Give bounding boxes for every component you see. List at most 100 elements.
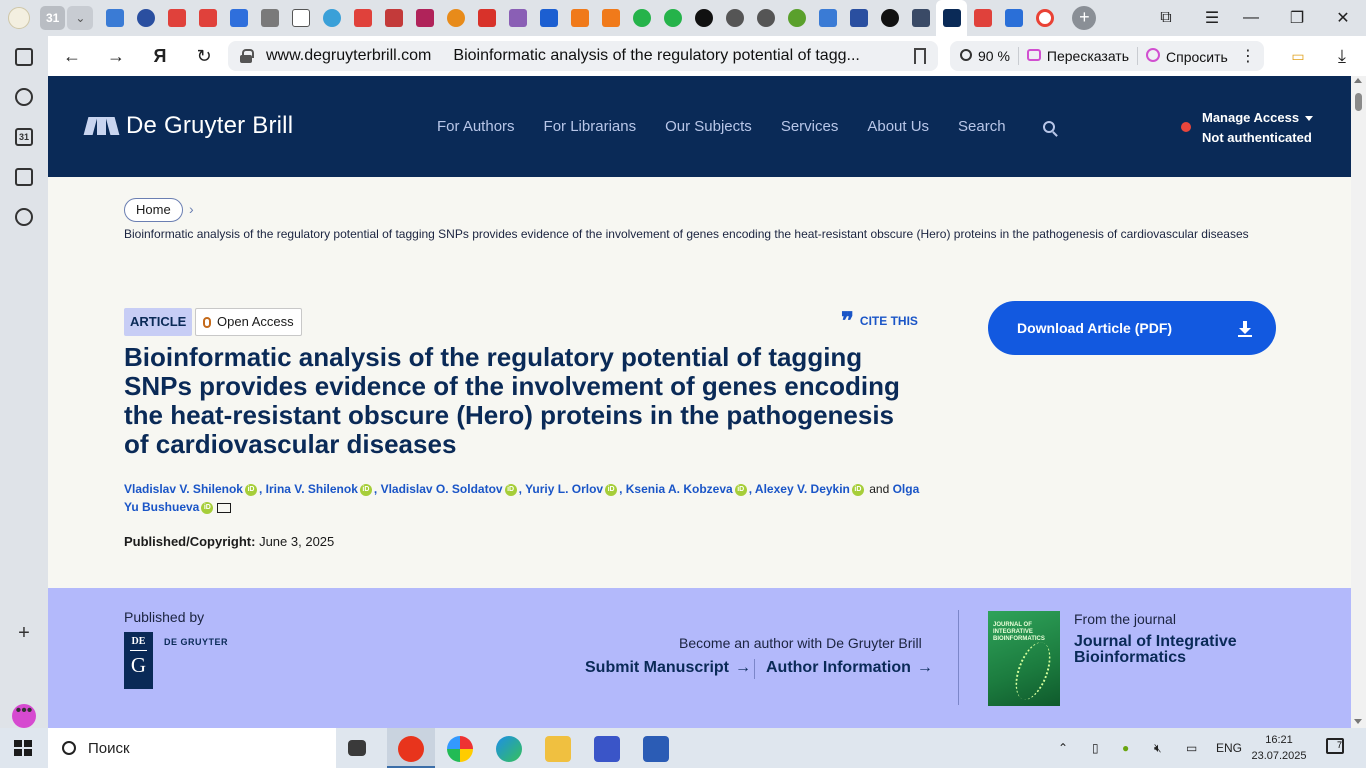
tab-favicon-16[interactable] [781,0,812,36]
chart-app-icon[interactable] [594,736,620,762]
tab-favicon-11[interactable] [564,0,595,36]
nav-about-us[interactable]: About Us [867,118,929,135]
orcid-icon[interactable]: iD [851,483,864,496]
tab-favicon-20[interactable] [998,0,1029,36]
language-indicator[interactable]: ENG [1216,728,1242,768]
show-hidden-icons-chevron-icon[interactable]: ⌃ [1058,728,1068,768]
tab-favicon-9[interactable] [502,0,533,36]
tab-favicon-13[interactable] [688,0,719,36]
more-vertical-icon[interactable]: ⋮ [1236,44,1260,68]
submit-manuscript-link[interactable]: Submit Manuscript → [585,659,751,677]
url-input[interactable]: www.degruyterbrill.com Bioinformatic ana… [228,41,938,71]
new-tab-plus-icon[interactable]: + [1072,6,1097,30]
yandex-browser-taskbar-icon[interactable] [398,736,424,762]
orcid-icon[interactable]: iD [244,483,257,496]
windows-start-icon[interactable] [14,740,32,756]
tab-favicon-19[interactable] [905,0,936,36]
orcid-icon[interactable]: iD [605,483,618,496]
yandex-y-icon[interactable]: Я [148,44,172,68]
tab-favicon-14[interactable] [719,0,750,36]
tab-document[interactable] [285,0,316,36]
notifications-icon[interactable]: 7 [1326,738,1344,754]
author-link[interactable]: Ksenia A. Kobzeva [626,482,733,496]
page-scrollbar[interactable] [1351,76,1366,728]
journal-name-link[interactable]: Journal of Integrative Bioinformatics [1074,634,1274,666]
breadcrumb-home[interactable]: Home [124,198,183,222]
journal-cover-image[interactable]: JOURNAL OF INTEGRATIVE BIOINFORMATICS [988,611,1060,706]
scroll-thumb[interactable] [1355,93,1362,111]
more-dots-icon[interactable]: ••• [13,700,35,722]
tab-whatsapp-1[interactable] [626,0,657,36]
tab-favicon-1[interactable] [99,0,130,36]
tab-favicon-10[interactable] [533,0,564,36]
ask-button[interactable]: Спросить [1146,47,1228,65]
author-link[interactable]: Vladislav O. Soldatov [381,482,503,496]
tab-favicon-18[interactable] [874,0,905,36]
restore-icon[interactable]: ❐ [1274,0,1320,36]
yandex-browser-logo[interactable] [0,0,38,36]
orcid-icon[interactable]: iD [359,483,372,496]
word-icon[interactable] [643,736,669,762]
tab-favicon-15[interactable] [750,0,781,36]
tab-mail[interactable] [223,0,254,36]
orcid-icon[interactable]: iD [504,483,517,496]
forward-arrow-icon[interactable]: → [104,44,128,68]
close-window-icon[interactable]: ✕ [1320,0,1366,36]
author-link[interactable]: Irina V. Shilenok [266,482,358,496]
reload-icon[interactable]: ↻ [192,44,216,68]
app-tray-icon[interactable]: ● [1122,728,1129,768]
file-explorer-icon[interactable] [545,736,571,762]
author-link[interactable]: Vladislav V. Shilenok [124,482,243,496]
battery-icon[interactable]: ▭ [1286,44,1310,68]
add-panel-plus-icon[interactable]: + [13,622,35,644]
orcid-icon[interactable]: iD [201,501,214,514]
nav-our-subjects[interactable]: Our Subjects [665,118,752,135]
edge-taskbar-icon[interactable] [496,736,522,762]
tab-favicon-12[interactable] [595,0,626,36]
tab-list-chevron-down-icon[interactable]: ⌄ [67,6,94,30]
nav-search[interactable]: Search [958,118,1084,135]
nav-for-authors[interactable]: For Authors [437,118,515,135]
tab-favicon-5[interactable] [378,0,409,36]
author-information-link[interactable]: Author Information → [766,659,933,677]
tab-google[interactable] [1029,0,1060,36]
calendar-icon[interactable]: 31 [13,126,35,148]
tab-favicon-2[interactable] [130,0,161,36]
tab-pdf-1[interactable] [161,0,192,36]
author-link[interactable]: Yuriy L. Orlov [525,482,603,496]
tab-favicon-3[interactable] [254,0,285,36]
history-icon[interactable] [13,206,35,228]
taskbar-search-input[interactable]: Поиск [48,728,336,768]
tab-favicon-8[interactable] [471,0,502,36]
site-logo[interactable]: De Gruyter Brill [83,112,293,140]
collections-icon[interactable] [13,46,35,68]
tab-pdf-3[interactable] [347,0,378,36]
tab-favicon-7[interactable] [440,0,471,36]
bookmark-icon[interactable] [914,48,926,64]
nav-services[interactable]: Services [781,118,839,135]
tabs-collection-icon[interactable]: ⧉ [1143,0,1189,36]
minimize-icon[interactable]: — [1228,0,1274,36]
clock[interactable]: 16:21 23.07.2025 [1250,732,1308,764]
nav-for-librarians[interactable]: For Librarians [544,118,637,135]
lock-icon[interactable] [240,49,254,63]
tab-favicon-17[interactable] [843,0,874,36]
scroll-up-icon[interactable] [1354,78,1362,83]
email-icon[interactable] [217,502,232,513]
de-gruyter-logo[interactable]: DE G [124,632,153,689]
task-view-icon[interactable] [348,740,366,756]
manage-access[interactable]: Manage Access Not authenticated [1181,108,1314,148]
chromium-taskbar-icon[interactable] [447,736,473,762]
zoom-button[interactable]: 90 % [960,48,1010,64]
tab-whatsapp-2[interactable] [657,0,688,36]
battery-tray-icon[interactable]: ▭ [1186,728,1197,768]
orcid-icon[interactable]: iD [734,483,747,496]
back-arrow-icon[interactable]: ← [60,44,84,68]
tab-favicon-6[interactable] [409,0,440,36]
device-icon[interactable]: ▯ [1092,728,1099,768]
download-icon[interactable]: ⤓ [1330,44,1354,68]
download-pdf-button[interactable]: Download Article (PDF) [988,301,1276,355]
tab-translate[interactable] [812,0,843,36]
tab-pdf-4[interactable] [967,0,998,36]
play-icon[interactable] [13,86,35,108]
